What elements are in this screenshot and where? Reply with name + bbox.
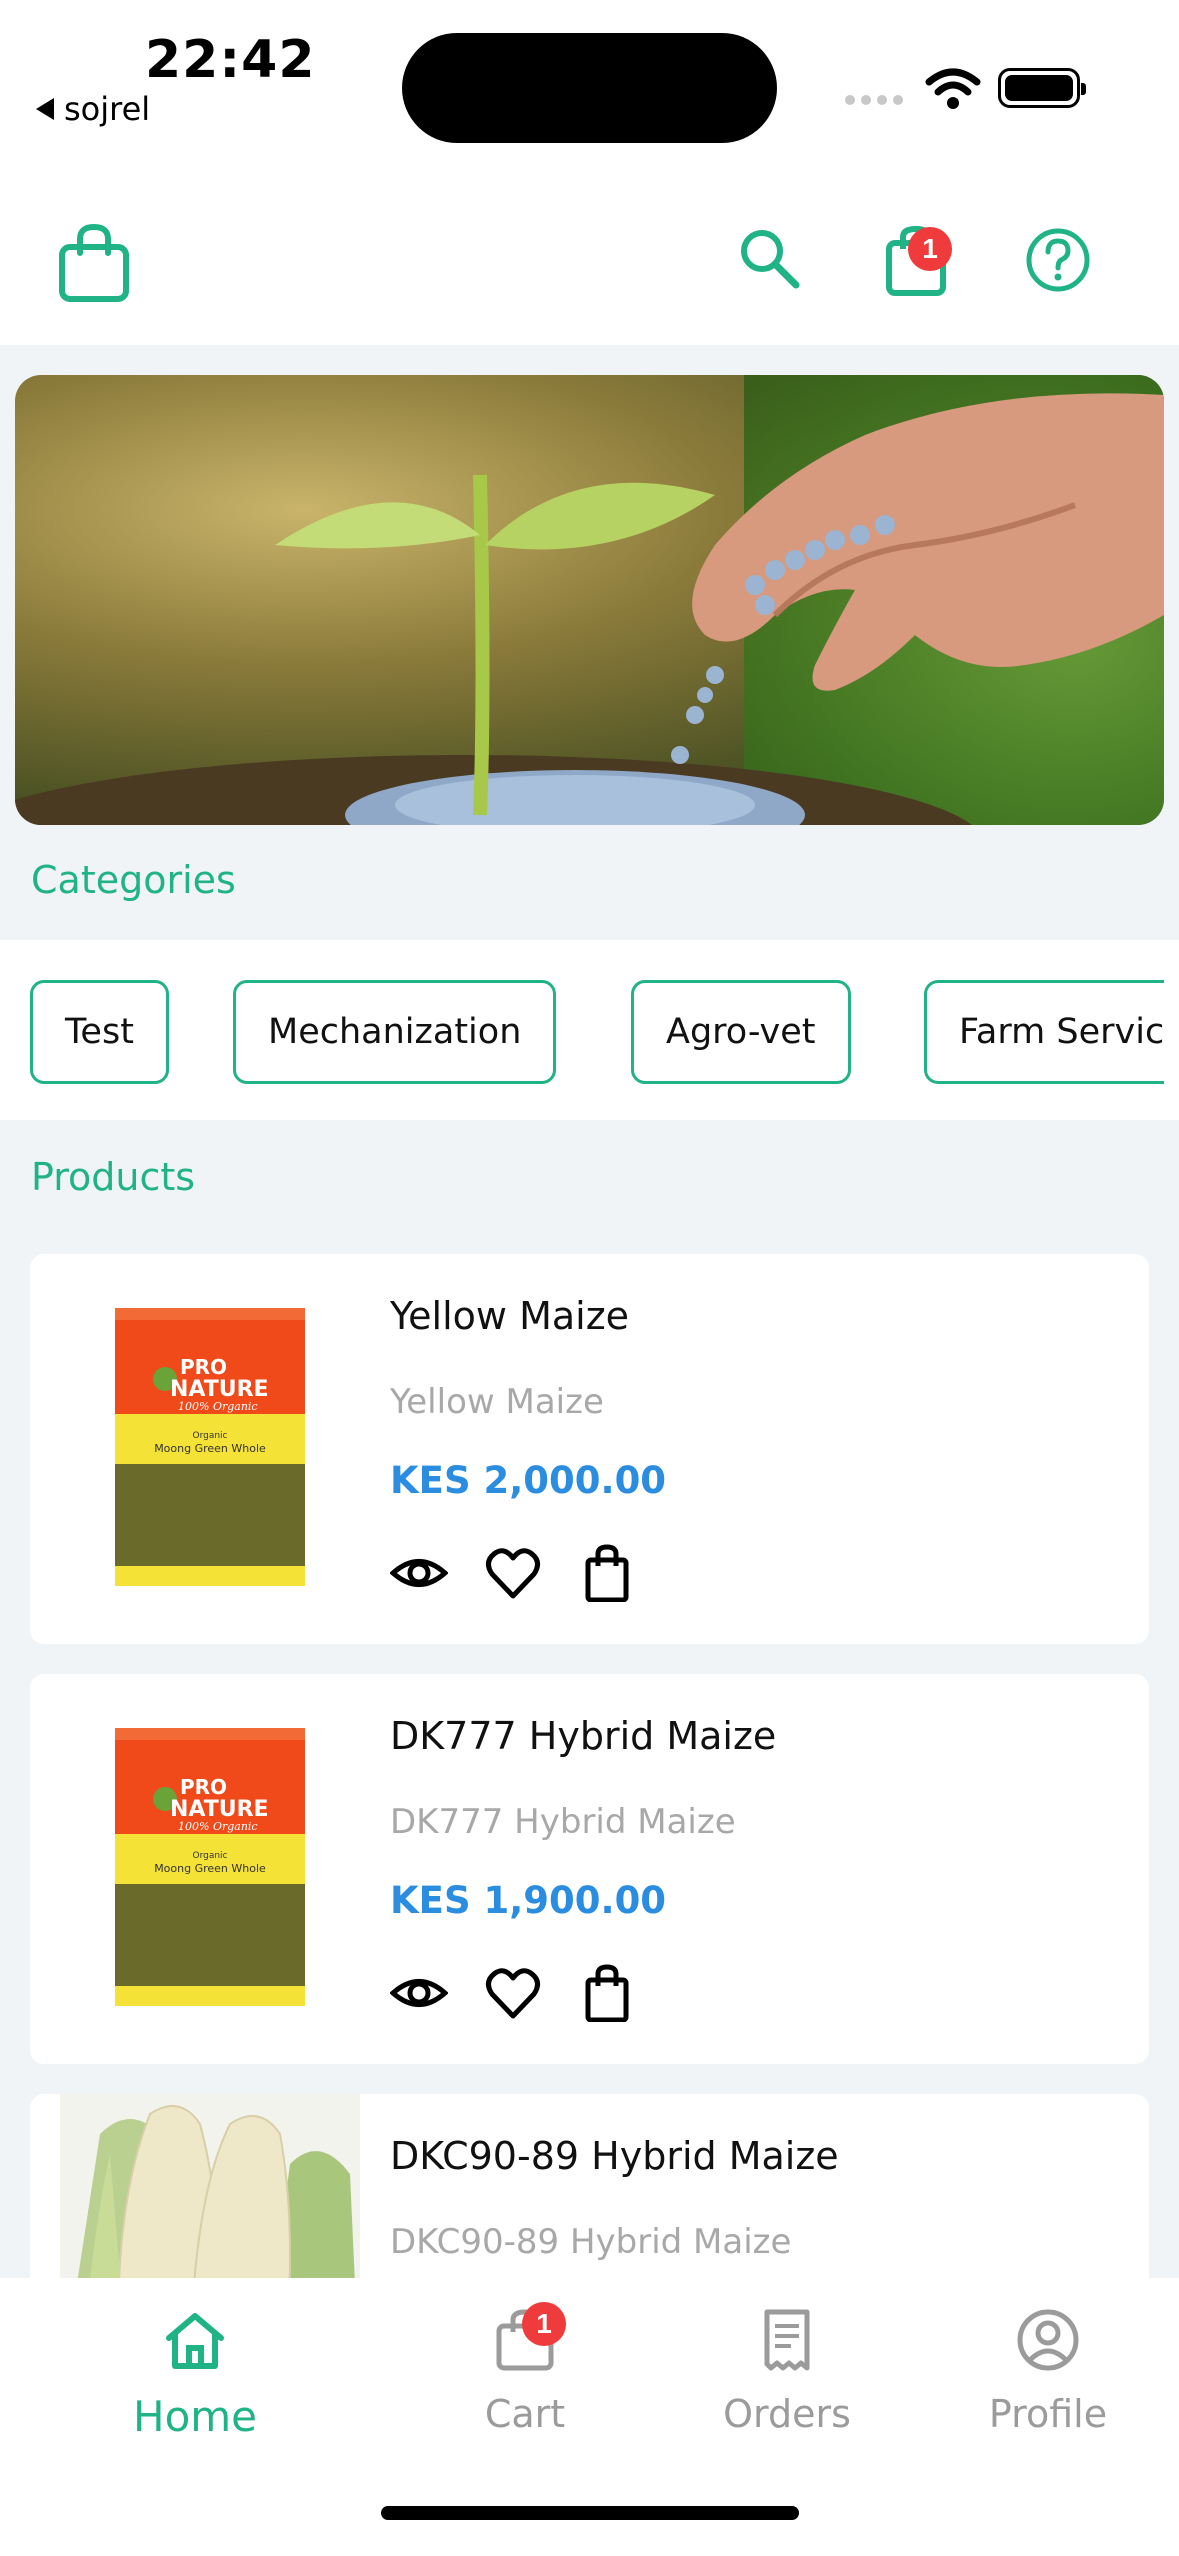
svg-text:NATURE: NATURE xyxy=(170,1797,269,1822)
category-chip-farm-services[interactable]: Farm Servic xyxy=(924,980,1165,1084)
seedling-fertilizer-image xyxy=(15,393,1164,825)
products-heading: Products xyxy=(31,1155,196,1199)
add-to-bag-icon[interactable] xyxy=(578,1964,636,2022)
product-card[interactable]: PRO NATURE 100% Organic Organic Moong Gr… xyxy=(30,1674,1149,2064)
product-actions xyxy=(390,1544,636,1602)
product-price: KES 2,000.00 xyxy=(390,1459,667,1502)
nav-cart-badge: 1 xyxy=(522,2302,566,2346)
receipt-icon xyxy=(764,2309,810,2371)
product-packet-image: PRO NATURE 100% Organic Organic Moong Gr… xyxy=(115,1728,305,2006)
categories-heading: Categories xyxy=(31,858,236,902)
category-chip-test[interactable]: Test xyxy=(30,980,169,1084)
product-price: KES 1,900.00 xyxy=(390,1879,667,1922)
nav-orders[interactable]: Orders xyxy=(672,2308,902,2436)
cellular-signal-icon xyxy=(845,95,903,105)
promo-banner[interactable] xyxy=(15,375,1164,825)
nav-profile[interactable]: Profile xyxy=(933,2308,1163,2436)
view-eye-icon[interactable] xyxy=(390,1544,448,1602)
categories-scroller[interactable]: Test Mechanization Agro-vet Farm Servic xyxy=(0,940,1179,1120)
search-icon[interactable] xyxy=(738,227,800,289)
product-card[interactable]: PRO NATURE 100% Organic Organic Moong Gr… xyxy=(30,1254,1149,1644)
svg-text:Organic: Organic xyxy=(192,1431,227,1441)
svg-text:Organic: Organic xyxy=(192,1851,227,1861)
product-image: PRO NATURE 100% Organic Organic Moong Gr… xyxy=(110,1724,350,2024)
view-eye-icon[interactable] xyxy=(390,1964,448,2022)
product-name: DK777 Hybrid Maize xyxy=(390,1714,777,1758)
svg-text:100% Organic: 100% Organic xyxy=(178,1820,258,1833)
product-name: Yellow Maize xyxy=(390,1294,630,1338)
app-header: 1 xyxy=(0,175,1179,345)
product-description: Yellow Maize xyxy=(390,1382,604,1422)
profile-icon xyxy=(1017,2309,1079,2371)
status-time: 22:42 xyxy=(145,30,316,90)
help-icon[interactable] xyxy=(1025,227,1091,293)
product-name: DKC90-89 Hybrid Maize xyxy=(390,2134,839,2178)
svg-text:Moong Green Whole: Moong Green Whole xyxy=(154,1862,266,1875)
product-image: PRO NATURE 100% Organic Organic Moong Gr… xyxy=(110,1304,350,1604)
app-screen: 22:42 sojrel 1 Categories Test Mechaniza… xyxy=(0,0,1179,2556)
svg-text:Moong Green Whole: Moong Green Whole xyxy=(154,1442,266,1455)
product-actions xyxy=(390,1964,636,2022)
dynamic-island xyxy=(402,33,777,143)
nav-cart-label: Cart xyxy=(484,2392,566,2436)
favorite-heart-icon[interactable] xyxy=(484,1544,542,1602)
nav-profile-label: Profile xyxy=(988,2392,1108,2436)
back-app-label: sojrel xyxy=(64,90,151,128)
svg-text:NATURE: NATURE xyxy=(170,1377,269,1402)
wifi-icon xyxy=(925,68,981,109)
category-chip-agro-vet[interactable]: Agro-vet xyxy=(631,980,851,1084)
shopping-bag-logo-icon xyxy=(59,223,129,302)
nav-home-label: Home xyxy=(132,2392,258,2441)
product-packet-image: PRO NATURE 100% Organic Organic Moong Gr… xyxy=(115,1308,305,1586)
status-bar: 22:42 sojrel xyxy=(0,0,1179,175)
home-indicator xyxy=(381,2506,799,2520)
svg-text:PRO: PRO xyxy=(180,1775,227,1799)
cart-count-badge: 1 xyxy=(908,227,952,271)
favorite-heart-icon[interactable] xyxy=(484,1964,542,2022)
home-icon xyxy=(166,2313,224,2369)
nav-home[interactable]: Home xyxy=(80,2308,310,2441)
back-triangle-icon xyxy=(36,98,54,120)
nav-orders-label: Orders xyxy=(723,2392,851,2436)
category-chip-mechanization[interactable]: Mechanization xyxy=(233,980,557,1084)
battery-icon xyxy=(998,68,1086,108)
product-description: DK777 Hybrid Maize xyxy=(390,1802,736,1842)
add-to-bag-icon[interactable] xyxy=(578,1544,636,1602)
svg-text:100% Organic: 100% Organic xyxy=(178,1400,258,1413)
back-to-app-link[interactable]: sojrel xyxy=(36,90,150,128)
product-description: DKC90-89 Hybrid Maize xyxy=(390,2222,792,2262)
svg-text:PRO: PRO xyxy=(180,1355,227,1379)
